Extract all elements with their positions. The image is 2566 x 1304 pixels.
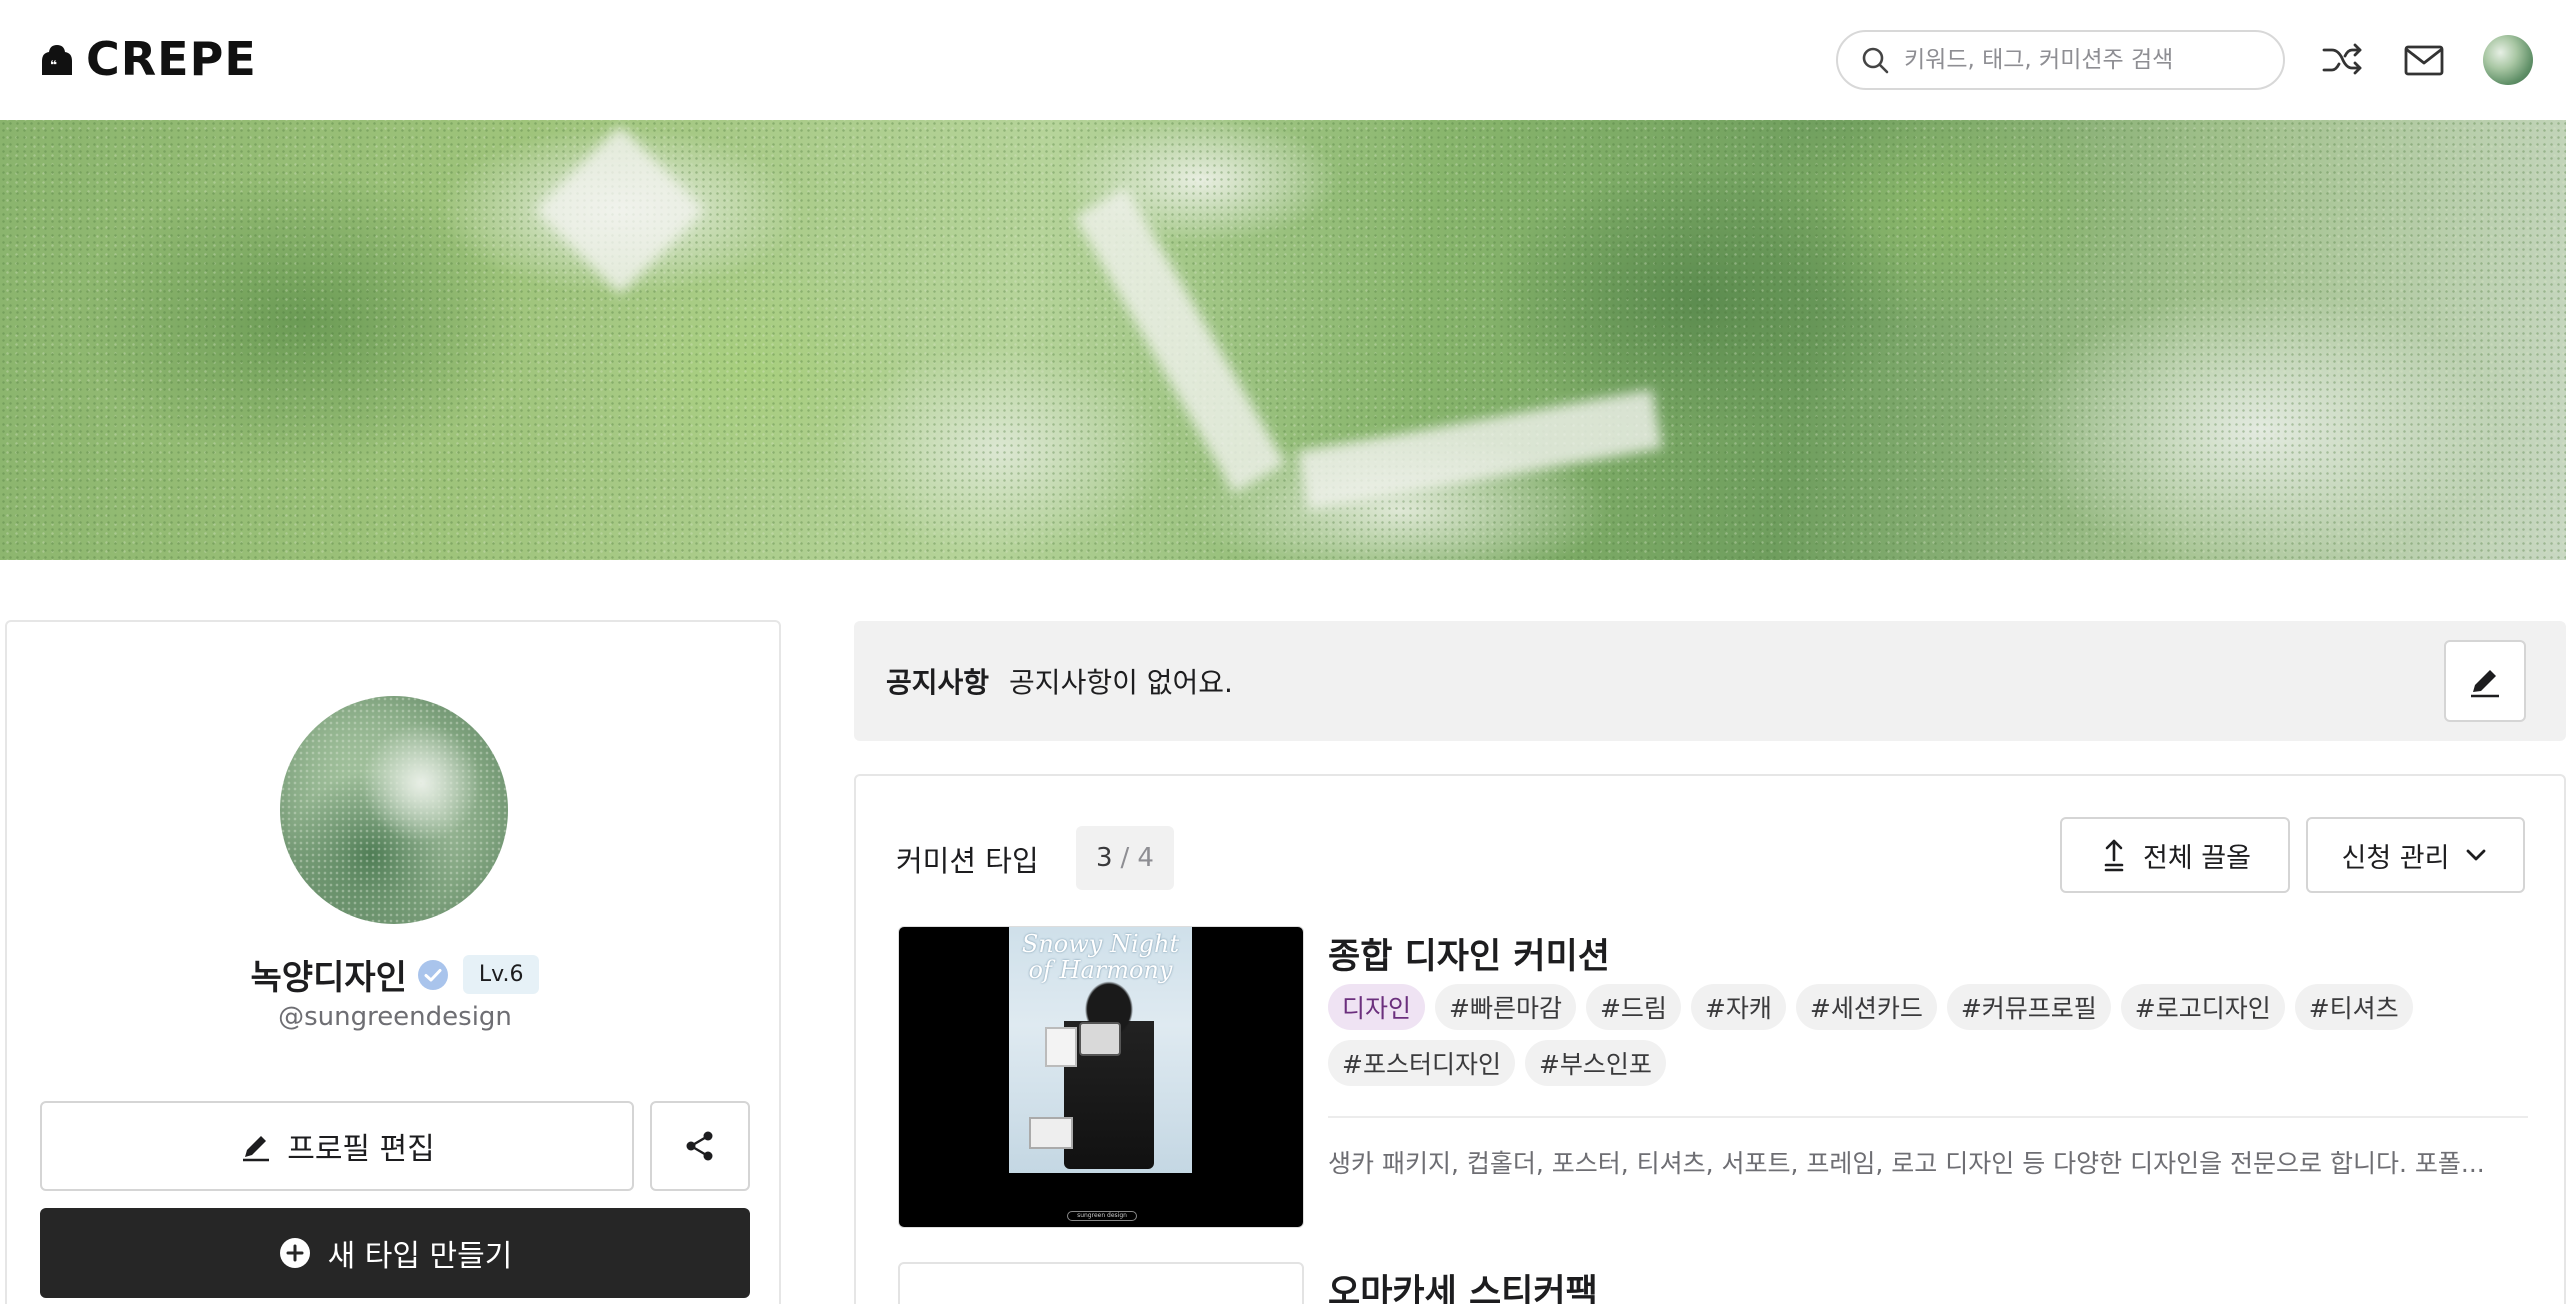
commission-title[interactable]: 오마카세 스티커팩 [1328, 1264, 1598, 1304]
commission-item: 오마카세 스티커팩 [898, 1262, 2528, 1304]
search-icon [1862, 47, 1889, 74]
tag[interactable]: #포스터디자인 [1328, 1040, 1515, 1086]
category-tag[interactable]: 디자인 [1328, 984, 1426, 1030]
crepe-logo[interactable]: ❝ CREPE [36, 34, 257, 84]
mail-button[interactable] [2400, 36, 2448, 84]
poster-photo [1045, 1027, 1077, 1067]
search-box[interactable] [1836, 30, 2285, 90]
pencil-icon [243, 1136, 270, 1162]
profile-avatar [280, 696, 508, 924]
tag[interactable]: #빠른마감 [1435, 984, 1576, 1030]
commission-count-badge: 3 / 4 [1076, 826, 1174, 890]
tag[interactable]: #티셔츠 [2294, 984, 2413, 1030]
share-button[interactable] [650, 1101, 750, 1191]
verified-badge-icon [417, 959, 448, 990]
top-header: ❝ CREPE [0, 0, 2566, 120]
notice-bar: 공지사항 공지사항이 없어요. [854, 621, 2566, 741]
banner-texture [0, 120, 2566, 560]
cloud-logo-icon: ❝ [42, 45, 72, 75]
pull-up-icon [2104, 839, 2124, 872]
commission-title[interactable]: 종합 디자인 커미션 [1328, 928, 1610, 979]
mail-icon [2404, 45, 2444, 76]
commission-thumbnail[interactable] [898, 1262, 1304, 1304]
notice-text: 공지사항이 없어요. [1009, 666, 1233, 699]
tag[interactable]: #드림 [1585, 984, 1681, 1030]
profile-card: 녹양디자인 Lv.6 @sungreendesign 프로필 편집 새 타입 만… [5, 620, 781, 1304]
profile-banner [0, 120, 2566, 560]
tag[interactable]: #로고디자인 [2120, 984, 2285, 1030]
new-type-button[interactable]: 새 타입 만들기 [40, 1208, 750, 1298]
poster-image: Snowy Night of Harmony [1009, 927, 1192, 1173]
tag[interactable]: #부스인포 [1524, 1040, 1666, 1086]
notice-label: 공지사항 [886, 666, 990, 699]
count-separator: / [1120, 843, 1130, 873]
profile-name-row: 녹양디자인 Lv.6 [7, 950, 783, 999]
tag-list: 디자인 #빠른마감 #드림 #자캐 #세션카드 #커뮤프로필 #로고디자인 #티… [1328, 984, 2528, 1086]
tag[interactable]: #세션카드 [1795, 984, 1937, 1030]
share-icon [686, 1131, 713, 1161]
edit-profile-label: 프로필 편집 [287, 1132, 435, 1167]
profile-handle: @sungreendesign [278, 1002, 512, 1032]
plus-circle-icon [279, 1238, 310, 1268]
poster-title: Snowy Night of Harmony [1021, 930, 1180, 984]
shuffle-icon [2322, 43, 2362, 75]
commission-types-section: 커미션 타입 3 / 4 전체 끌올 신청 관리 Snowy Night of … [854, 774, 2566, 1304]
profile-name: 녹양디자인 [250, 958, 407, 998]
pull-up-all-button[interactable]: 전체 끌올 [2060, 817, 2290, 893]
section-title: 커미션 타입 [896, 844, 1039, 878]
search-input[interactable] [1904, 47, 2264, 73]
manage-requests-dropdown[interactable]: 신청 관리 [2306, 817, 2525, 893]
commission-thumbnail[interactable]: Snowy Night of Harmony sungreen design [898, 926, 1304, 1228]
divider [1328, 1116, 2528, 1118]
tag[interactable]: #커뮤프로필 [1946, 984, 2111, 1030]
pencil-icon [2471, 670, 2499, 698]
edit-profile-button[interactable]: 프로필 편집 [40, 1101, 634, 1191]
commission-item: Snowy Night of Harmony sungreen design 종… [898, 926, 2528, 1236]
camera-icon [1079, 1022, 1121, 1056]
poster-photo [1029, 1117, 1073, 1149]
poster-figure [1064, 979, 1154, 1169]
logo-text: CREPE [86, 32, 257, 86]
count-total: 4 [1137, 843, 1154, 873]
edit-notice-button[interactable] [2444, 640, 2526, 722]
level-badge: Lv.6 [462, 955, 540, 994]
thumbnail-caption: sungreen design [1067, 1211, 1137, 1221]
tag[interactable]: #자캐 [1690, 984, 1786, 1030]
shuffle-button[interactable] [2318, 36, 2366, 84]
svg-text:❝: ❝ [50, 58, 57, 72]
chevron-down-icon [2467, 849, 2486, 861]
new-type-label: 새 타입 만들기 [327, 1239, 513, 1274]
commission-description: 생카 패키지, 컵홀더, 포스터, 티셔츠, 서포트, 프레임, 로고 디자인 … [1328, 1149, 2485, 1178]
user-avatar[interactable] [2483, 35, 2533, 85]
count-current: 3 [1096, 843, 1113, 873]
pull-up-label: 전체 끌올 [2143, 842, 2251, 874]
manage-requests-label: 신청 관리 [2341, 842, 2450, 874]
